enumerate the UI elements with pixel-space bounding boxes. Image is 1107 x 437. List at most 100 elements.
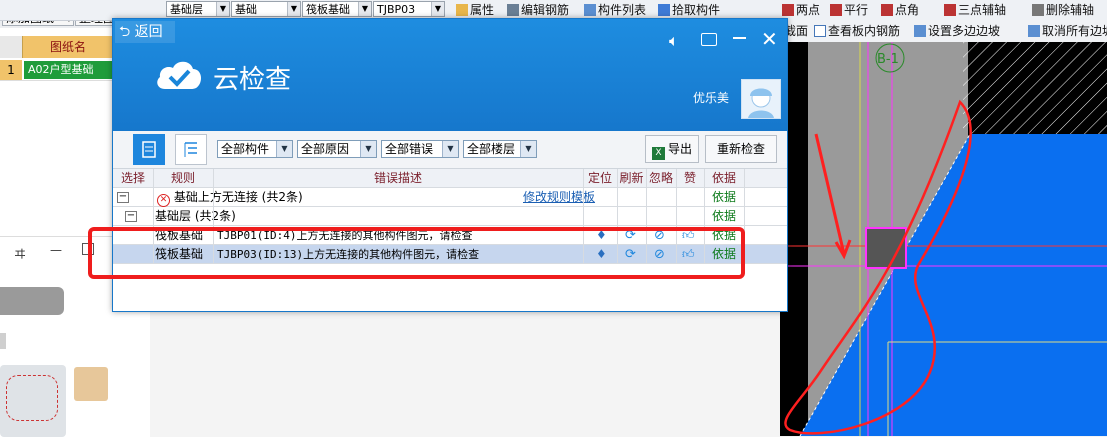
cad-canvas[interactable]: B-1 <box>780 42 1107 436</box>
chevron-down-icon: ▼ <box>276 141 292 157</box>
category-combo-value: 基础 <box>235 3 257 16</box>
component-list-button[interactable]: 构件列表 <box>584 2 646 18</box>
drawing-table-header: 图纸名 <box>0 36 112 58</box>
point-angle-icon <box>881 4 893 16</box>
header-corner <box>0 36 23 58</box>
component-filter-value: 全部构件 <box>221 142 270 156</box>
back-button[interactable]: ⮌ 返回 <box>115 21 175 43</box>
chevron-down-icon: ▼ <box>216 2 229 16</box>
dialog-title: 云检查 <box>213 65 292 95</box>
recheck-button[interactable]: 重新检查 <box>705 135 777 163</box>
component-filter[interactable]: 全部构件 ▼ <box>217 140 293 158</box>
properties-icon <box>456 4 468 16</box>
edit-rule-template-link[interactable]: 修改规则模板 <box>523 188 603 207</box>
table-row-group[interactable]: − ✕ 基础上方无连接 (共2条) 修改规则模板 依据 <box>113 188 787 207</box>
reason-filter[interactable]: 全部原因 ▼ <box>297 140 377 158</box>
cancel-slope-icon <box>1028 25 1040 37</box>
chat-document-preview[interactable] <box>0 365 66 437</box>
cancel-slopes-button[interactable]: 取消所有边坡 <box>1028 23 1107 39</box>
recheck-label: 重新检查 <box>716 142 765 156</box>
export-label: 导出 <box>667 142 692 156</box>
basis-link[interactable]: 依据 <box>704 188 744 207</box>
category-combo[interactable]: 基础 ▼ <box>231 1 301 17</box>
message-icon[interactable] <box>701 33 717 46</box>
collapse-toggle[interactable]: − <box>125 211 137 222</box>
three-point-axis-button[interactable]: 三点辅轴 <box>944 2 1006 18</box>
floor-group-title: 基础层 (共2条) <box>155 209 236 223</box>
tab-tree-view[interactable] <box>175 134 207 165</box>
column-header-refresh[interactable]: 刷新 <box>617 169 646 188</box>
drawing-row[interactable]: 1 A02户型基础 <box>0 60 112 81</box>
reason-filter-value: 全部原因 <box>301 142 350 156</box>
secondary-toolbar: 截面 查看板内钢筋 设置多边边坡 取消所有边坡 <box>780 20 1107 43</box>
cad-drawing: B-1 <box>780 42 1107 436</box>
component-type-combo[interactable]: 筏板基础 ▼ <box>302 1 372 17</box>
column-header-locate[interactable]: 定位 <box>583 169 617 188</box>
drawing-name-cell[interactable]: A02户型基础 <box>24 61 112 79</box>
component-combo-value: TJBP03 <box>377 3 416 16</box>
document-sketch <box>6 375 58 421</box>
column-header-rule[interactable]: 规则 <box>153 169 213 188</box>
floor-combo-value: 基础层 <box>170 3 203 16</box>
two-point-axis-button[interactable]: 两点 <box>782 2 820 18</box>
pick-component-button[interactable]: 拾取构件 <box>658 2 720 18</box>
edit-rebar-button[interactable]: 编辑钢筋 <box>507 2 569 18</box>
slope-icon <box>914 25 926 37</box>
parallel-icon <box>830 4 842 16</box>
row-index: 1 <box>0 60 22 80</box>
column-header-description[interactable]: 错误描述 <box>213 169 583 188</box>
group-title-text: 基础上方无连接 (共2条) <box>173 190 303 204</box>
cancel-slopes-label: 取消所有边坡 <box>1042 24 1107 38</box>
table-header: 选择 规则 错误描述 定位 刷新 忽略 赞 依据 <box>113 169 787 188</box>
user-name: 优乐美 <box>693 91 730 105</box>
pin-icon[interactable]: ヰ <box>14 245 26 262</box>
chevron-down-icon: ▼ <box>358 2 371 16</box>
column-header-drawing-name[interactable]: 图纸名 <box>24 36 112 58</box>
error-filter-value: 全部错误 <box>385 142 434 156</box>
edit-rebar-label: 编辑钢筋 <box>521 3 570 17</box>
properties-label: 属性 <box>470 3 495 17</box>
minimize-button[interactable]: — <box>50 243 62 257</box>
basis-link[interactable]: 依据 <box>704 207 744 226</box>
floor-filter[interactable]: 全部楼层 ▼ <box>463 140 537 158</box>
component-combo[interactable]: TJBP03 ▼ <box>373 1 445 17</box>
floor-combo[interactable]: 基础层 ▼ <box>166 1 230 17</box>
error-filter[interactable]: 全部错误 ▼ <box>381 140 459 158</box>
view-slab-rebar-button[interactable]: 查看板内钢筋 <box>814 23 900 39</box>
back-icon: ⮌ <box>119 24 131 40</box>
pick-component-label: 拾取构件 <box>672 3 721 17</box>
parallel-axis-button[interactable]: 平行 <box>830 2 868 18</box>
close-icon[interactable]: ✕ <box>761 27 778 51</box>
chevron-down-icon: ▼ <box>431 2 444 16</box>
back-label: 返回 <box>134 24 163 40</box>
chat-image-thumbnail[interactable] <box>0 287 64 315</box>
point-angle-button[interactable]: 点角 <box>881 2 919 18</box>
chevron-down-icon: ▼ <box>360 141 376 157</box>
collapse-toggle[interactable]: − <box>117 192 129 203</box>
set-multi-slope-button[interactable]: 设置多边边坡 <box>914 23 1000 39</box>
avatar[interactable] <box>741 79 781 119</box>
export-button[interactable]: X 导出 <box>645 135 699 163</box>
column-header-like[interactable]: 赞 <box>676 169 704 188</box>
axis-icon <box>782 4 794 16</box>
group-title: ✕ 基础上方无连接 (共2条) <box>157 188 497 207</box>
volume-icon[interactable]: 🔈︎ <box>669 31 679 51</box>
table-row-floor[interactable]: − 基础层 (共2条) 依据 <box>113 207 787 226</box>
two-point-label: 两点 <box>796 3 821 17</box>
chat-photo-thumbnail[interactable] <box>74 367 108 401</box>
column-header-ignore[interactable]: 忽略 <box>646 169 676 188</box>
minimize-icon[interactable] <box>733 37 746 39</box>
delete-icon <box>1032 4 1044 16</box>
point-angle-label: 点角 <box>895 3 920 17</box>
component-list-label: 构件列表 <box>598 3 647 17</box>
properties-button[interactable]: 属性 <box>456 2 494 18</box>
axis-label: B-1 <box>877 52 899 67</box>
tab-list-view[interactable] <box>133 134 165 165</box>
column-header-basis[interactable]: 依据 <box>704 169 744 188</box>
delete-axis-button[interactable]: 删除辅轴 <box>1032 2 1094 18</box>
dialog-filter-bar: 全部构件 ▼ 全部原因 ▼ 全部错误 ▼ 全部楼层 ▼ X 导出 重新检查 <box>113 131 787 169</box>
pick-icon <box>658 4 670 16</box>
column-header-select[interactable]: 选择 <box>113 169 153 188</box>
hatched-region <box>963 42 1107 134</box>
set-multi-slope-label: 设置多边边坡 <box>928 24 1001 38</box>
